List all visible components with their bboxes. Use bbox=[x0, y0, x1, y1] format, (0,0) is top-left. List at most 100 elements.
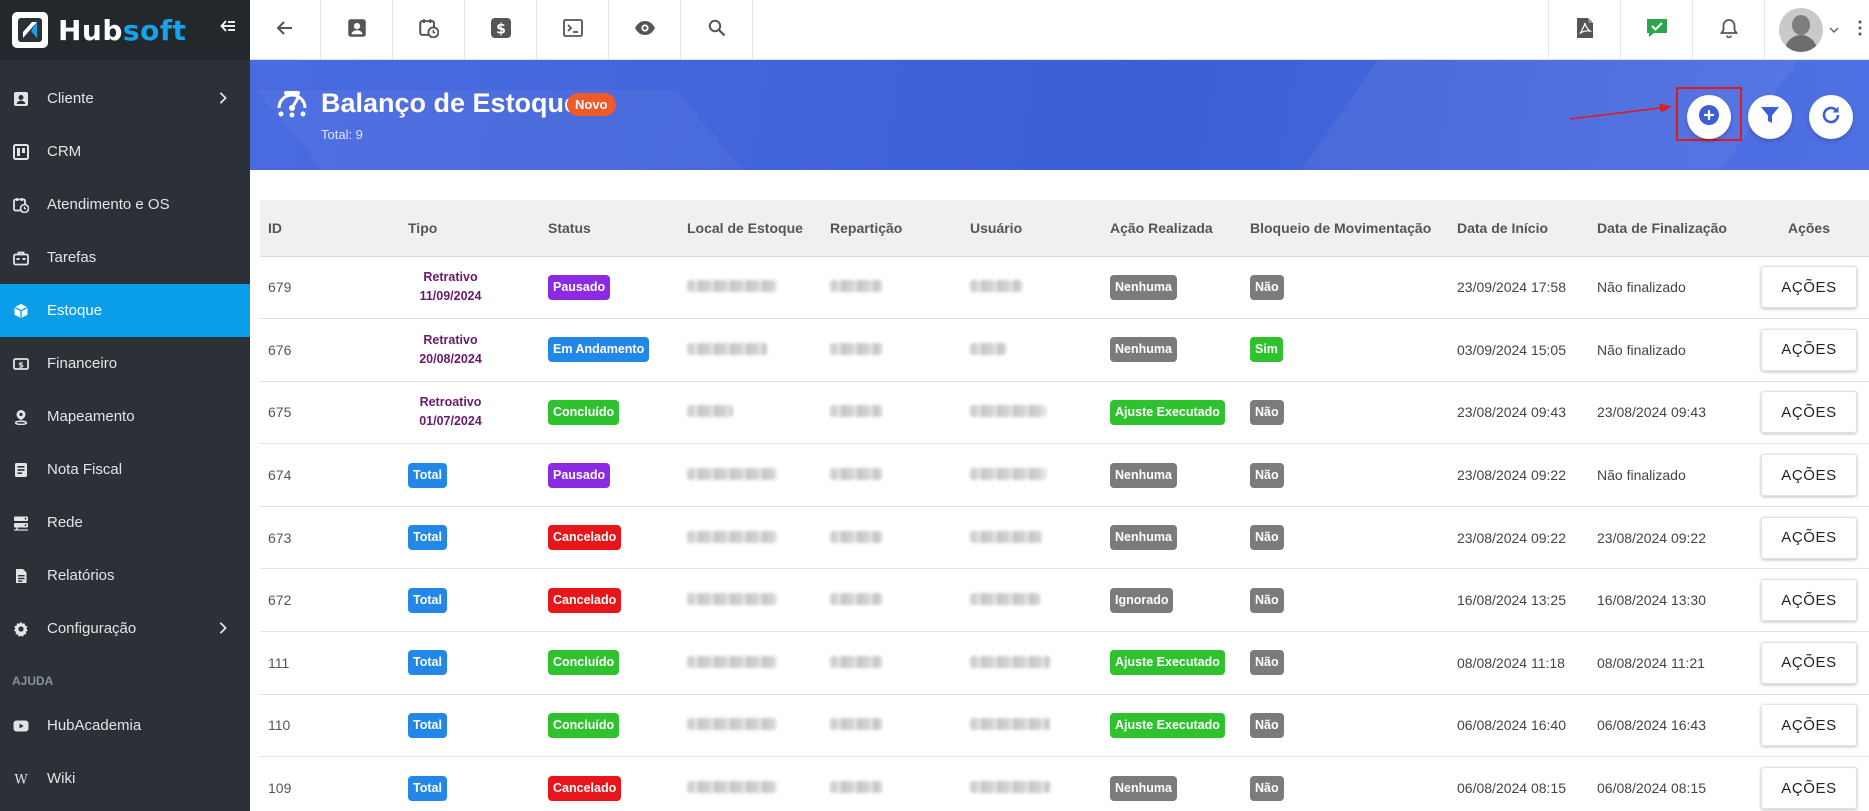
more-options-icon[interactable] bbox=[1857, 20, 1863, 41]
refresh-button[interactable] bbox=[1809, 95, 1853, 139]
notifications-button[interactable] bbox=[1692, 0, 1764, 60]
cell-tipo: Total bbox=[400, 757, 540, 811]
acoes-button[interactable]: AÇÕES bbox=[1761, 704, 1857, 747]
cell-id: 673 bbox=[268, 529, 292, 546]
cell-tipo: Retrativo 20/08/2024 bbox=[400, 319, 540, 382]
table-row[interactable]: 679 Retrativo 11/09/2024 Pausado Nenhuma Não 2… bbox=[260, 256, 1869, 319]
table-row[interactable]: 676 Retrativo 20/08/2024 Em Andamento Nenhum… bbox=[260, 319, 1869, 382]
clients-shortcut-button[interactable] bbox=[321, 0, 393, 60]
sidebar-item-nota-fiscal[interactable]: Nota Fiscal bbox=[0, 443, 250, 496]
add-button[interactable] bbox=[1687, 95, 1731, 139]
redacted-text bbox=[830, 468, 882, 481]
cell-local-estoque bbox=[679, 381, 822, 444]
finance-shortcut-button[interactable]: $ bbox=[465, 0, 537, 60]
page-header-banner: Balanço de Estoque Novo Total: 9 bbox=[250, 60, 1869, 170]
sidebar-item-label: HubAcademia bbox=[47, 717, 142, 734]
cell-bloqueio: Não bbox=[1242, 569, 1449, 632]
sidebar-item-crm[interactable]: CRM bbox=[0, 125, 250, 178]
schedule-shortcut-button[interactable] bbox=[393, 0, 465, 60]
cell-data-finalizacao: 08/08/2024 11:21 bbox=[1597, 654, 1705, 671]
sidebar-item-label: Estoque bbox=[47, 302, 103, 319]
terminal-shortcut-button[interactable] bbox=[537, 0, 609, 60]
table-row[interactable]: 674 Total Pausado Nenhuma Não 23/08/2024 09:2… bbox=[260, 444, 1869, 507]
sidebar-item-label: Mapeamento bbox=[47, 408, 135, 425]
redacted-text bbox=[687, 342, 767, 355]
table-row[interactable]: 110 Total Concluído Ajuste Executado Não 06/0… bbox=[260, 694, 1869, 757]
monitor-shortcut-button[interactable] bbox=[609, 0, 681, 60]
sidebar-item-estoque[interactable]: Estoque bbox=[0, 284, 250, 337]
acoes-button[interactable]: AÇÕES bbox=[1761, 454, 1857, 497]
cell-usuario bbox=[962, 381, 1102, 444]
tipo-retroativo: Retroativo 01/07/2024 bbox=[408, 393, 493, 431]
table-row[interactable]: 672 Total Cancelado Ignorado Não 16/08/2024 1… bbox=[260, 569, 1869, 632]
stock-balance-table: ID Tipo Status Local de Estoque Repartiç… bbox=[260, 200, 1869, 811]
sidebar-item-atendimento[interactable]: Atendimento e OS bbox=[0, 178, 250, 231]
new-badge: Novo bbox=[567, 93, 616, 116]
sidebar-nav: Cliente CRM Atendimento e OS Tarefas Est… bbox=[0, 72, 250, 805]
column-header[interactable]: Bloqueio de Movimentação bbox=[1242, 200, 1449, 256]
table-row[interactable]: 673 Total Cancelado Nenhuma Não 23/08/2024 09… bbox=[260, 506, 1869, 569]
column-header[interactable]: Status bbox=[540, 200, 679, 256]
acoes-button[interactable]: AÇÕES bbox=[1761, 579, 1857, 622]
column-header[interactable]: Data de Finalização bbox=[1589, 200, 1749, 256]
collapse-sidebar-icon[interactable] bbox=[220, 18, 236, 39]
column-header[interactable]: Tipo bbox=[400, 200, 540, 256]
action-badge: Ignorado bbox=[1110, 587, 1174, 613]
sidebar-item-hubacademia[interactable]: HubAcademia bbox=[0, 699, 250, 752]
lock-badge: Não bbox=[1250, 274, 1284, 300]
user-menu[interactable] bbox=[1764, 0, 1869, 60]
tipo-date: 11/09/2024 bbox=[419, 289, 482, 304]
sidebar-item-label: Nota Fiscal bbox=[47, 461, 123, 478]
youtube-icon bbox=[12, 717, 30, 735]
sidebar-item-financeiro[interactable]: Financeiro bbox=[0, 337, 250, 390]
sidebar-item-relatorios[interactable]: Relatórios bbox=[0, 549, 250, 602]
acoes-button[interactable]: AÇÕES bbox=[1761, 516, 1857, 559]
sidebar-item-rede[interactable]: Rede bbox=[0, 496, 250, 549]
hubsoft-logo-icon[interactable] bbox=[12, 12, 48, 48]
sidebar-item-tarefas[interactable]: Tarefas bbox=[0, 231, 250, 284]
redacted-text bbox=[970, 530, 1042, 543]
cell-tipo: Retrativo 11/09/2024 bbox=[400, 256, 540, 319]
column-header[interactable]: Local de Estoque bbox=[679, 200, 822, 256]
acoes-button[interactable]: AÇÕES bbox=[1761, 391, 1857, 434]
cell-id: 672 bbox=[268, 592, 292, 609]
sidebar-item-configuracao[interactable]: Configuração bbox=[0, 602, 250, 655]
column-header[interactable]: Data de Início bbox=[1449, 200, 1589, 256]
search-button[interactable] bbox=[681, 0, 753, 60]
sidebar-item-cliente[interactable]: Cliente bbox=[0, 72, 250, 125]
lock-badge: Sim bbox=[1250, 337, 1283, 363]
table-row[interactable]: 109 Total Cancelado Nenhuma Não 06/08/2024 08… bbox=[260, 757, 1869, 811]
cell-acao-realizada: Nenhuma bbox=[1102, 444, 1242, 507]
redacted-text bbox=[830, 342, 882, 355]
messages-button[interactable] bbox=[1620, 0, 1692, 60]
cell-acoes: AÇÕES bbox=[1749, 256, 1869, 319]
redacted-text bbox=[970, 593, 1040, 606]
acoes-button[interactable]: AÇÕES bbox=[1761, 641, 1857, 684]
pdf-button[interactable] bbox=[1548, 0, 1620, 60]
lock-badge: Não bbox=[1250, 525, 1284, 551]
filter-button[interactable] bbox=[1748, 95, 1792, 139]
cell-local-estoque bbox=[679, 506, 822, 569]
table-row[interactable]: 111 Total Concluído Ajuste Executado Não 08/0… bbox=[260, 632, 1869, 695]
terminal-icon bbox=[562, 18, 583, 43]
cell-acoes: AÇÕES bbox=[1749, 757, 1869, 811]
table-row[interactable]: 675 Retroativo 01/07/2024 Concluído Ajuste E… bbox=[260, 381, 1869, 444]
cell-acao-realizada: Ajuste Executado bbox=[1102, 632, 1242, 695]
cell-local-estoque bbox=[679, 444, 822, 507]
sidebar-item-wiki[interactable]: Wiki bbox=[0, 752, 250, 805]
action-badge: Nenhuma bbox=[1110, 775, 1177, 801]
back-button[interactable] bbox=[250, 0, 321, 60]
tipo-badge: Total bbox=[408, 462, 447, 488]
column-header[interactable]: ID bbox=[260, 200, 400, 256]
tipo-label: Retrativo bbox=[423, 332, 478, 347]
column-header[interactable]: Ação Realizada bbox=[1102, 200, 1242, 256]
cell-acao-realizada: Nenhuma bbox=[1102, 319, 1242, 382]
column-header[interactable]: Repartição bbox=[822, 200, 962, 256]
sidebar-item-mapeamento[interactable]: Mapeamento bbox=[0, 390, 250, 443]
column-header[interactable]: Usuário bbox=[962, 200, 1102, 256]
acoes-button[interactable]: AÇÕES bbox=[1761, 328, 1857, 371]
acoes-button[interactable]: AÇÕES bbox=[1761, 767, 1857, 810]
back-arrow-icon bbox=[276, 19, 294, 42]
bell-icon bbox=[1719, 18, 1738, 43]
acoes-button[interactable]: AÇÕES bbox=[1761, 266, 1857, 309]
